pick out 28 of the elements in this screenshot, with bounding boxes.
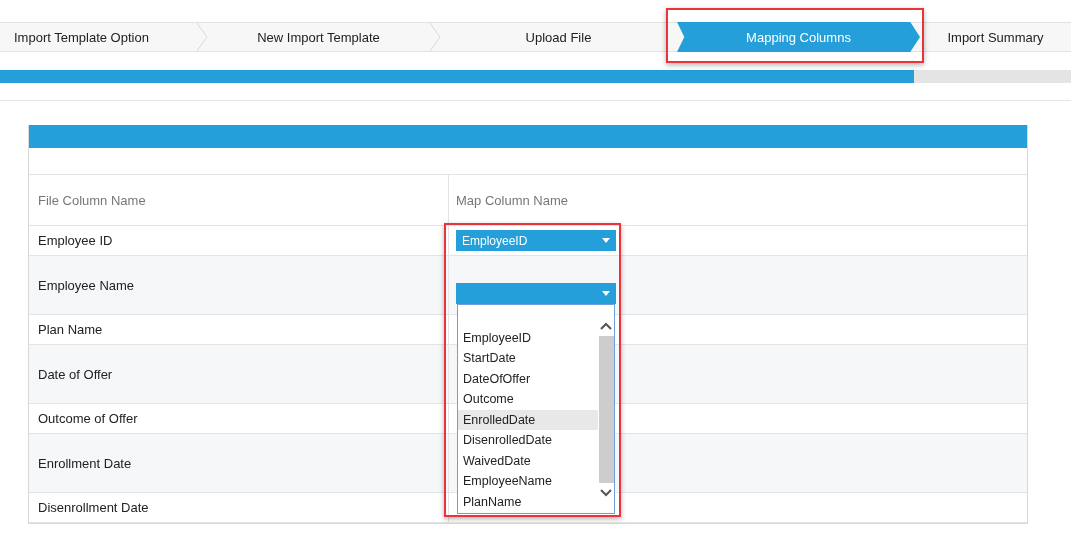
table-cell: Employee ID xyxy=(38,233,113,248)
table-cell: Employee Name xyxy=(38,277,135,293)
dropdown-option[interactable]: EmployeeName xyxy=(458,471,598,492)
dropdown-option[interactable]: WaivedDate xyxy=(458,450,598,471)
dropdown-option[interactable]: PlanName xyxy=(458,491,598,512)
column-header: Map Column Name xyxy=(456,192,568,208)
dropdown-option[interactable]: StartDate xyxy=(458,348,598,369)
column-dropdown[interactable] xyxy=(456,282,616,304)
step-tab[interactable]: Upload File xyxy=(440,23,677,51)
scroll-up-icon[interactable] xyxy=(600,321,612,330)
table-cell: Enrollment Date xyxy=(38,455,132,471)
dropdown-option[interactable]: DisenrolledDate xyxy=(458,430,598,451)
column-header: File Column Name xyxy=(38,192,146,208)
dropdown-option[interactable]: Outcome xyxy=(458,389,598,410)
step-tab[interactable]: Import Template Option xyxy=(0,23,197,51)
table-cell: Plan Name xyxy=(38,322,103,337)
table-cell: Date of Offer xyxy=(38,366,113,382)
dropdown-option[interactable]: EmployeeID xyxy=(458,327,598,348)
dropdown-option[interactable]: DateOfOffer xyxy=(458,368,598,389)
caret-icon xyxy=(602,238,610,243)
scroll-thumb[interactable] xyxy=(598,335,614,483)
table-cell: Outcome of Offer xyxy=(38,411,138,426)
table-cell: Disenrollment Date xyxy=(38,500,149,515)
step-tab[interactable]: Import Summary xyxy=(920,23,1071,51)
dropdown-option[interactable]: EnrolledDate xyxy=(458,409,598,430)
caret-icon xyxy=(602,290,610,296)
step-tab[interactable]: New Import Template xyxy=(207,23,430,51)
scroll-down-icon[interactable] xyxy=(600,488,612,497)
